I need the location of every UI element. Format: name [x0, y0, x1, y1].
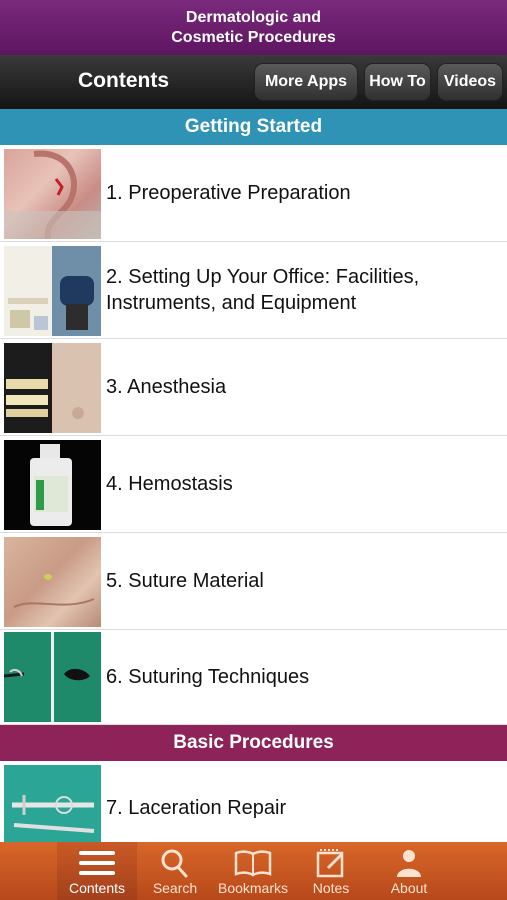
- section-header-basic-procedures: Basic Procedures: [0, 725, 507, 761]
- tab-label: Search: [152, 880, 198, 896]
- skin-photo-icon: [13, 574, 95, 608]
- thumbnail-image: [4, 765, 101, 842]
- ear-photo-icon: [4, 150, 101, 239]
- tab-label: Notes: [312, 880, 350, 896]
- tab-about[interactable]: About: [369, 842, 449, 900]
- laceration-photo-icon: [12, 795, 95, 833]
- tab-search[interactable]: Search: [135, 842, 215, 900]
- bottle-photo-icon: [30, 444, 72, 526]
- item-title: 2. Setting Up Your Office: Facilities,: [106, 266, 420, 288]
- thumbnail-image: [4, 537, 101, 627]
- tab-label: About: [390, 880, 428, 896]
- anesthesia-photo-icon: [6, 343, 101, 433]
- item-title-continued: Instruments, and Equipment: [106, 292, 357, 314]
- list-item-setting-up-office[interactable]: 2. Setting Up Your Office: Facilities, I…: [0, 242, 507, 339]
- app-header: Dermatologic and Cosmetic Procedures: [0, 0, 507, 55]
- section-header-getting-started: Getting Started: [0, 109, 507, 145]
- item-title: 6. Suturing Techniques: [106, 666, 310, 688]
- list-item-suturing-techniques[interactable]: 6. Suturing Techniques: [0, 630, 507, 725]
- list-item-hemostasis[interactable]: 4. Hemostasis: [0, 436, 507, 533]
- item-title: 5. Suture Material: [106, 570, 264, 592]
- videos-button[interactable]: Videos: [437, 63, 503, 101]
- thumbnail-image: [4, 246, 101, 336]
- search-icon: [161, 849, 188, 878]
- app-title-line-1: Dermatologic and: [185, 9, 322, 26]
- tab-label: Bookmarks: [217, 880, 289, 896]
- tab-label: Contents: [68, 880, 126, 896]
- thumbnail-image: [4, 343, 101, 433]
- list-item-preoperative-preparation[interactable]: 1. Preoperative Preparation: [0, 145, 507, 242]
- list-item-suture-material[interactable]: 5. Suture Material: [0, 533, 507, 630]
- item-title: 7. Laceration Repair: [106, 797, 287, 819]
- item-title: 3. Anesthesia: [106, 376, 227, 398]
- item-title: 1. Preoperative Preparation: [106, 182, 351, 204]
- more-apps-button[interactable]: More Apps: [254, 63, 358, 101]
- thumbnail-image: [4, 149, 101, 239]
- tab-notes[interactable]: Notes: [291, 842, 371, 900]
- thumbnail-image: [4, 632, 101, 722]
- tab-contents[interactable]: Contents: [57, 842, 137, 900]
- suturing-photo-icon: [4, 632, 90, 722]
- tab-bookmarks[interactable]: Bookmarks: [213, 842, 293, 900]
- app-title-line-2: Cosmetic Procedures: [171, 29, 336, 46]
- person-icon: [397, 850, 421, 877]
- list-item-anesthesia[interactable]: 3. Anesthesia: [0, 339, 507, 436]
- office-photo-icon: [4, 246, 101, 336]
- list-icon: [79, 851, 115, 875]
- list-item-laceration-repair[interactable]: 7. Laceration Repair: [0, 761, 507, 842]
- notepad-icon: [316, 849, 344, 878]
- how-to-button[interactable]: How To: [364, 63, 431, 101]
- tab-bar: Contents Search Bookmarks Notes About: [0, 842, 507, 900]
- nav-bar: Contents More Apps How To Videos: [0, 55, 507, 109]
- book-icon: [234, 850, 272, 877]
- page-title: Contents: [78, 69, 169, 92]
- thumbnail-image: [4, 440, 101, 530]
- item-title: 4. Hemostasis: [106, 473, 233, 495]
